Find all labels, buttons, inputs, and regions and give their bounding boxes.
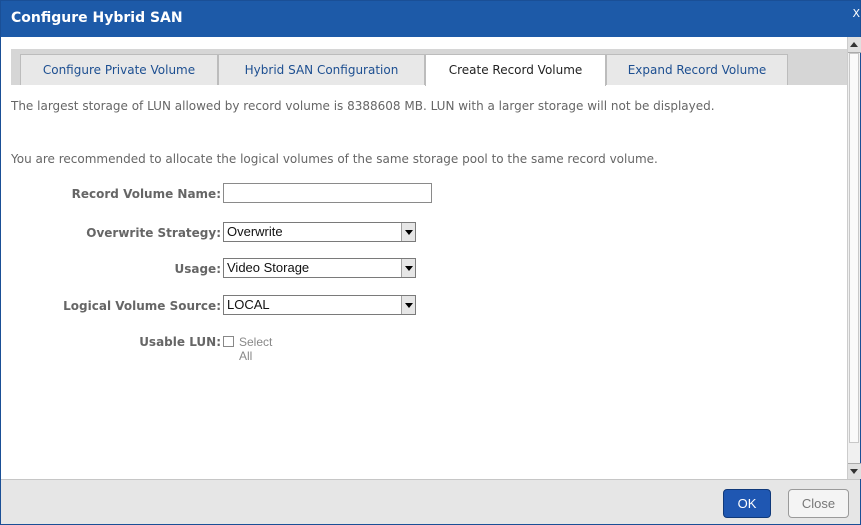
usable-lun-label: Usable LUN: bbox=[139, 335, 221, 349]
logical-volume-source-value: LOCAL bbox=[227, 297, 270, 312]
record-volume-name-input[interactable] bbox=[223, 183, 432, 203]
usage-select[interactable]: Video Storage bbox=[223, 258, 416, 278]
overwrite-strategy-select[interactable]: Overwrite bbox=[223, 222, 416, 242]
tab-bar: Configure Private Volume Hybrid SAN Conf… bbox=[11, 49, 847, 86]
tab-hybrid-san-configuration[interactable]: Hybrid SAN Configuration bbox=[218, 54, 425, 85]
select-all-checkbox[interactable] bbox=[223, 336, 234, 347]
title-bar[interactable]: Configure Hybrid SAN X bbox=[1, 1, 860, 37]
configure-hybrid-san-dialog: Configure Hybrid SAN X Configure Private… bbox=[0, 0, 861, 525]
vertical-scrollbar[interactable] bbox=[847, 37, 861, 479]
logical-volume-source-label: Logical Volume Source: bbox=[63, 299, 221, 313]
scroll-thumb[interactable] bbox=[849, 53, 859, 443]
lun-size-note: The largest storage of LUN allowed by re… bbox=[11, 99, 715, 113]
chevron-down-icon[interactable] bbox=[401, 296, 415, 314]
scroll-up-arrow-icon[interactable] bbox=[848, 37, 861, 53]
usage-value: Video Storage bbox=[227, 260, 310, 275]
dialog-title: Configure Hybrid SAN bbox=[11, 10, 183, 26]
scroll-down-arrow-icon[interactable] bbox=[848, 463, 861, 479]
dialog-content: Configure Private Volume Hybrid SAN Conf… bbox=[11, 37, 847, 479]
tab-configure-private-volume[interactable]: Configure Private Volume bbox=[20, 54, 218, 85]
tab-expand-record-volume[interactable]: Expand Record Volume bbox=[606, 54, 788, 85]
overwrite-strategy-label: Overwrite Strategy: bbox=[86, 226, 221, 240]
allocation-recommendation: You are recommended to allocate the logi… bbox=[11, 152, 658, 166]
overwrite-strategy-value: Overwrite bbox=[227, 224, 283, 239]
tab-create-record-volume[interactable]: Create Record Volume bbox=[425, 54, 606, 86]
close-button[interactable]: Close bbox=[788, 489, 849, 518]
ok-button[interactable]: OK bbox=[723, 489, 771, 518]
select-all-label[interactable]: Select All bbox=[239, 335, 272, 363]
logical-volume-source-select[interactable]: LOCAL bbox=[223, 295, 416, 315]
close-icon[interactable]: X bbox=[852, 7, 860, 20]
chevron-down-icon[interactable] bbox=[401, 259, 415, 277]
dialog-footer: OK Close bbox=[1, 479, 860, 524]
chevron-down-icon[interactable] bbox=[401, 223, 415, 241]
record-volume-name-label: Record Volume Name: bbox=[71, 187, 221, 201]
usage-label: Usage: bbox=[174, 262, 221, 276]
